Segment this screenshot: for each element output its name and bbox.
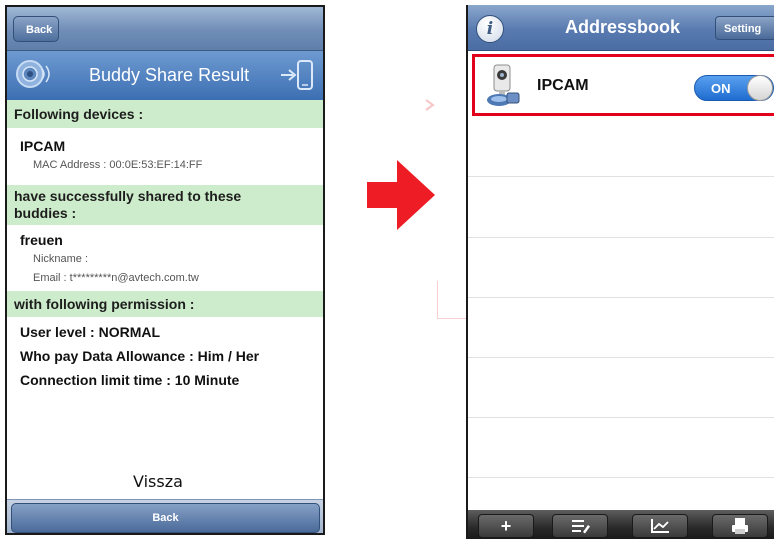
empty-list-row	[468, 177, 774, 238]
empty-list-row	[468, 298, 774, 358]
buddy-nickname: Nickname :	[33, 253, 89, 265]
back-button-bottom[interactable]: Back	[11, 503, 320, 533]
section-header-shared: have successfully shared to these buddie…	[7, 185, 323, 225]
decorative-ghost-frame	[437, 281, 468, 319]
info-icon[interactable]: i	[476, 15, 504, 43]
addressbook-screen: i Addressbook Setting IPCAM ON +	[466, 5, 774, 539]
empty-list-row	[468, 116, 774, 177]
user-level: User level : NORMAL	[20, 324, 161, 340]
page-title: Buddy Share Result	[89, 65, 250, 85]
device-name: IPCAM	[537, 77, 589, 94]
chart-icon[interactable]	[632, 514, 688, 538]
share-to-phone-icon	[281, 60, 313, 90]
toggle-knob	[747, 75, 773, 101]
empty-list-row	[468, 238, 774, 298]
mac-address: MAC Address : 00:0E:53:EF:14:FF	[33, 159, 203, 171]
empty-list-row	[468, 418, 774, 478]
section-header-shared-line2: buddies :	[14, 205, 77, 221]
data-allowance: Who pay Data Allowance : Him / Her	[20, 348, 260, 364]
connection-limit: Connection limit time : 10 Minute	[20, 372, 240, 388]
decorative-chevron	[425, 99, 435, 111]
page-title: Addressbook	[565, 17, 681, 37]
top-navigation-bar: i Addressbook Setting	[468, 5, 774, 51]
webcam-icon	[16, 60, 50, 88]
buddy-share-result-screen: Back Buddy Share Result Following device…	[5, 5, 325, 535]
right-arrow-icon	[367, 160, 435, 230]
title-bar: Buddy Share Result	[7, 51, 323, 100]
bottom-bar: Back	[7, 499, 323, 533]
section-header-shared-line1: have successfully shared to these	[14, 188, 242, 204]
section-header-devices: Following devices :	[7, 100, 323, 128]
caption-vissza: Vissza	[133, 472, 183, 491]
top-navigation-bar: Back	[7, 7, 323, 51]
device-name: IPCAM	[20, 138, 66, 154]
setting-button[interactable]: Setting	[715, 16, 774, 40]
bottom-toolbar: +	[468, 510, 774, 539]
buddy-email: Email : t*********n@avtech.com.tw	[33, 272, 199, 284]
ip-camera-icon	[487, 64, 520, 106]
buddy-name: freuen	[20, 232, 63, 248]
empty-list-row	[468, 358, 774, 418]
add-icon[interactable]: +	[478, 514, 534, 538]
printer-icon[interactable]	[712, 514, 768, 538]
toggle-label: ON	[711, 81, 731, 96]
section-header-permission: with following permission :	[7, 291, 323, 317]
device-on-off-toggle[interactable]: ON	[694, 75, 774, 101]
back-button-top[interactable]: Back	[13, 16, 59, 42]
list-edit-icon[interactable]	[552, 514, 608, 538]
device-row-ipcam[interactable]: IPCAM ON	[472, 54, 774, 116]
